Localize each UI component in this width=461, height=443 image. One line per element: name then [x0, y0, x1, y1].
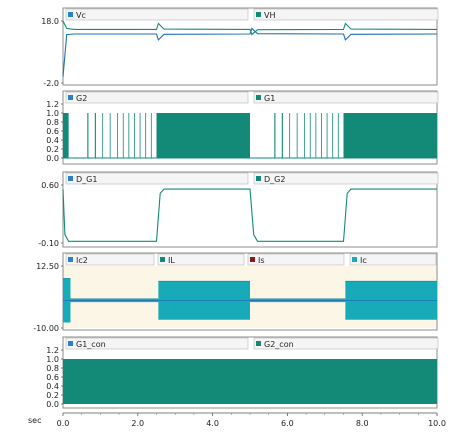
- blue-square: [68, 257, 73, 262]
- x-tick-label: 6.0: [281, 419, 294, 428]
- y-tick-label: 1.0: [46, 355, 59, 364]
- legend-label-vh: VH: [264, 11, 276, 20]
- y-tick-label: 0.2: [46, 145, 59, 154]
- y-tick-label: 0.6: [46, 127, 59, 136]
- panel-3: [61, 171, 439, 248]
- legend-label-il: IL: [168, 256, 175, 265]
- legend-tab[interactable]: [253, 8, 439, 21]
- panel-1: [61, 7, 439, 86]
- y-tick-label: 1.2: [46, 346, 59, 355]
- pulse-g1: [122, 113, 124, 158]
- teal-square: [160, 257, 165, 262]
- y-tick-label: 1.2: [46, 100, 59, 109]
- x-tick-label: 8.0: [356, 419, 369, 428]
- pulse-g1: [63, 113, 69, 158]
- x-tick-label: 10.0: [428, 419, 446, 428]
- y-tick-label: -10.00: [33, 324, 59, 333]
- pulse-g1: [145, 113, 147, 158]
- pulse-g1: [274, 113, 276, 158]
- y-tick-label: -2.0: [43, 79, 59, 88]
- y-tick-label: 18.0: [41, 17, 59, 26]
- x-tick-label: 0.0: [57, 419, 70, 428]
- legend-label-g1_con: G1_con: [76, 340, 106, 349]
- x-axis-unit-label: sec: [28, 416, 42, 425]
- pulse-g1: [102, 113, 104, 158]
- y-tick-label: 0.60: [41, 181, 59, 190]
- y-tick-label: 0.8: [46, 118, 59, 127]
- pulse-g1: [128, 113, 130, 158]
- legend-tab[interactable]: [253, 91, 439, 104]
- y-tick-label: -0.10: [38, 239, 59, 248]
- legend-label-g2: G2: [76, 94, 87, 103]
- pulse-g1: [109, 113, 111, 158]
- pulse-g1: [315, 113, 317, 158]
- x-tick-label: 2.0: [131, 419, 144, 428]
- pulse-g1: [94, 113, 96, 158]
- y-tick-label: 0.4: [46, 136, 59, 145]
- y-tick-label: 0.0: [46, 400, 59, 409]
- x-tick-label: 4.0: [206, 419, 219, 428]
- y-tick-label: 0.6: [46, 373, 59, 382]
- pulse-g1: [117, 113, 119, 158]
- pulse-g1: [321, 113, 322, 158]
- teal-square: [256, 95, 261, 100]
- red-square: [250, 257, 255, 262]
- blue-square: [68, 95, 73, 100]
- legend-tab[interactable]: [65, 8, 249, 21]
- pulse-g1: [156, 113, 250, 158]
- pulse-g1: [139, 113, 141, 158]
- pulse-g1: [296, 113, 298, 158]
- pulse-g1: [309, 113, 311, 158]
- legend-label-d_g1: D_G1: [76, 175, 97, 184]
- y-tick-label: 12.50: [36, 262, 59, 271]
- pulse-g1: [87, 113, 89, 158]
- legend-label-vc: Vc: [76, 11, 86, 20]
- pulse-g1: [337, 113, 339, 158]
- cyan-square: [352, 257, 357, 262]
- legend-label-is: Is: [258, 256, 265, 265]
- legend-label-g1: G1: [264, 94, 275, 103]
- legend-label-g2_con: G2_con: [264, 340, 294, 349]
- blue-square: [68, 341, 73, 346]
- pulse-g1-con: [63, 359, 437, 404]
- teal-square: [256, 341, 261, 346]
- blue-square: [68, 12, 73, 17]
- pulse-g1: [326, 113, 328, 158]
- waveform-svg: Vc VH18.0-2.0G2 G11.21.00.80.60.40.20.0D_G…: [28, 7, 446, 428]
- teal-square: [256, 176, 261, 181]
- waveform-viewer: Vc VH 18.0 -2.0 G2 G1 1.2 1.0 0.8 0.6 0.4 0.2 0.0 D_G…: [0, 0, 461, 439]
- pulse-g1: [332, 113, 334, 158]
- pulse-g1: [134, 113, 135, 158]
- legend-label-ic: Ic: [360, 256, 367, 265]
- pulse-g1: [343, 113, 437, 158]
- y-tick-label: 1.0: [46, 109, 59, 118]
- pulse-g1: [289, 113, 291, 158]
- y-tick-label: 0.2: [46, 391, 59, 400]
- y-tick-label: 0.0: [46, 154, 59, 163]
- teal-square: [256, 12, 261, 17]
- pulse-g1: [150, 113, 152, 158]
- legend-tab[interactable]: [65, 91, 249, 104]
- blue-square: [68, 176, 73, 181]
- pulse-g1: [304, 113, 306, 158]
- legend-label-d_g2: D_G2: [264, 175, 285, 184]
- y-tick-label: 0.8: [46, 364, 59, 373]
- legend-label-ic2: Ic2: [76, 256, 88, 265]
- pulse-g1: [281, 113, 283, 158]
- y-tick-label: 0.4: [46, 382, 59, 391]
